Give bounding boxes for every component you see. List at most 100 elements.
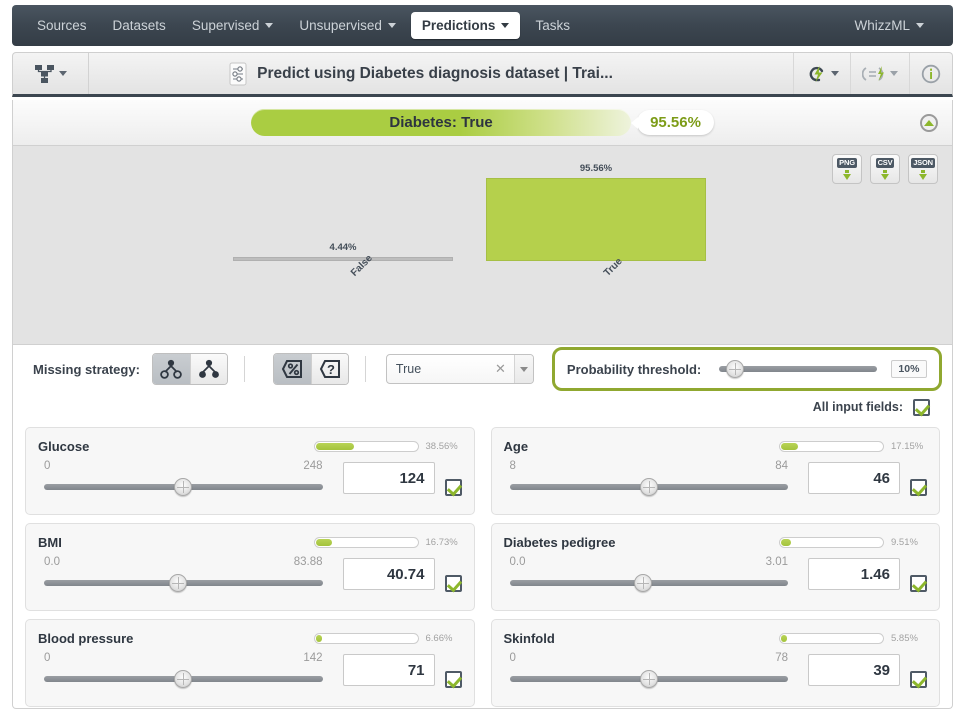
all-input-fields-checkbox[interactable] <box>913 398 930 416</box>
slider-knob[interactable] <box>634 574 653 592</box>
field-enabled-checkbox[interactable] <box>444 575 462 592</box>
field-value-input[interactable] <box>808 558 900 590</box>
field-slider[interactable] <box>509 478 788 496</box>
field-enabled-checkbox[interactable] <box>910 671 927 688</box>
slider-knob[interactable] <box>639 478 658 496</box>
field-slider[interactable] <box>44 478 323 496</box>
nav-item-datasets[interactable]: Datasets <box>102 12 177 39</box>
field-name: BMI <box>38 534 62 550</box>
chart-bars: 4.44% False 95.56% True <box>13 146 952 344</box>
prediction-distribution-chart: PNG CSV JSON 4.44% False 95.56% True <box>12 146 953 345</box>
objective-class-select[interactable]: True ✕ <box>385 354 534 384</box>
probability-threshold-label: Probability threshold: <box>566 361 702 377</box>
field-value-input[interactable] <box>342 654 435 686</box>
probability-threshold-slider[interactable] <box>719 360 877 378</box>
field-max-value: 3.01 <box>765 556 788 568</box>
input-field-panel: BMI 16.73% 0.0 83.88 <box>25 523 475 611</box>
chart-bar[interactable] <box>486 177 706 261</box>
field-slider[interactable] <box>509 574 788 592</box>
all-input-fields-label: All input fields: <box>812 400 903 414</box>
importance-bar-fill <box>781 442 799 450</box>
prediction-summary-bar: Diabetes: True 95.56% <box>12 100 953 146</box>
divider <box>243 356 245 382</box>
chart-bar[interactable] <box>233 257 453 261</box>
display-mode-button-group: ? <box>272 353 349 385</box>
field-slider-wrap: 0 142 <box>38 652 343 688</box>
clear-x-icon[interactable]: ✕ <box>495 361 514 377</box>
field-max-value: 248 <box>303 460 323 472</box>
field-slider-wrap: 0.0 83.88 <box>38 556 343 592</box>
field-header: Age 17.15% <box>504 436 928 456</box>
model-tree-icon <box>35 64 54 83</box>
batch-prediction-icon-button[interactable] <box>850 53 909 94</box>
percent-icon-button[interactable] <box>273 354 311 384</box>
lightning-cloud-icon <box>809 65 824 82</box>
field-value-input[interactable] <box>808 462 900 494</box>
field-value-input[interactable] <box>342 462 435 494</box>
chevron-down-icon <box>916 23 924 28</box>
field-header: Glucose 38.56% <box>38 436 462 456</box>
slider-knob[interactable] <box>174 478 193 496</box>
info-icon-button[interactable] <box>909 53 952 94</box>
prediction-confidence-badge: 95.56% <box>637 110 714 135</box>
question-icon: ? <box>319 360 340 378</box>
nav-item-sources[interactable]: Sources <box>26 12 98 39</box>
proportional-icon <box>199 359 219 378</box>
chevron-down-icon <box>387 23 396 28</box>
slider-knob[interactable] <box>726 360 745 378</box>
nav-item-label: Predictions <box>421 18 496 33</box>
field-min-value: 0 <box>44 652 51 664</box>
importance-bar <box>313 632 419 644</box>
input-field-panel: Skinfold 5.85% 0 78 <box>490 619 940 707</box>
importance-bar <box>779 632 884 644</box>
nav-item-tasks[interactable]: Tasks <box>524 12 581 39</box>
field-range: 0 248 <box>38 460 329 474</box>
field-value-input[interactable] <box>808 654 900 686</box>
slider-knob[interactable] <box>174 670 193 688</box>
nav-item-predictions[interactable]: Predictions <box>410 12 521 39</box>
nav-right-group: WhizzML <box>843 12 939 39</box>
collapse-up-icon[interactable] <box>920 113 938 132</box>
field-header: Blood pressure 6.66% <box>38 628 462 648</box>
field-name: Age <box>503 438 529 454</box>
nav-item-label: Tasks <box>535 18 570 33</box>
nav-item-supervised[interactable]: Supervised <box>181 12 285 39</box>
chevron-down-icon <box>501 23 510 28</box>
chart-bar-value-label: 95.56% <box>579 162 613 174</box>
field-min-value: 0.0 <box>509 556 526 568</box>
chevron-down-icon <box>519 366 528 372</box>
field-slider[interactable] <box>44 574 323 592</box>
field-enabled-checkbox[interactable] <box>910 479 927 496</box>
field-importance: 5.85% <box>779 632 927 644</box>
slider-knob[interactable] <box>168 574 187 592</box>
lightning-cloud-icon-button[interactable] <box>793 53 850 94</box>
field-enabled-checkbox[interactable] <box>910 575 927 592</box>
field-enabled-checkbox[interactable] <box>444 671 462 688</box>
chart-bar-value-label: 4.44% <box>329 242 357 253</box>
last-prediction-icon-button[interactable] <box>152 354 190 384</box>
importance-bar <box>779 536 884 548</box>
input-field-panel: Blood pressure 6.66% 0 142 <box>25 619 475 707</box>
field-importance: 38.56% <box>313 440 462 452</box>
field-slider[interactable] <box>509 670 788 688</box>
nav-item-whizzml[interactable]: WhizzML <box>843 12 935 39</box>
field-importance: 6.66% <box>313 632 462 644</box>
slider-knob[interactable] <box>639 670 658 688</box>
field-max-value: 78 <box>775 652 788 664</box>
importance-bar <box>313 440 419 452</box>
field-value-input[interactable] <box>342 558 435 590</box>
resource-actions <box>793 53 952 94</box>
field-slider[interactable] <box>44 670 323 688</box>
question-icon-button[interactable]: ? <box>310 354 348 384</box>
field-min-value: 8 <box>509 460 516 472</box>
nav-item-unsupervised[interactable]: Unsupervised <box>288 12 407 39</box>
field-body: 0 142 <box>38 652 462 688</box>
field-slider-wrap: 0 78 <box>504 652 809 688</box>
select-dropdown-toggle[interactable] <box>513 355 533 383</box>
chevron-down-icon <box>890 71 898 76</box>
model-type-selector[interactable] <box>13 53 89 94</box>
field-slider-wrap: 0 248 <box>38 460 343 496</box>
field-enabled-checkbox[interactable] <box>444 479 462 496</box>
proportional-icon-button[interactable] <box>189 354 227 384</box>
field-max-value: 84 <box>775 460 788 472</box>
